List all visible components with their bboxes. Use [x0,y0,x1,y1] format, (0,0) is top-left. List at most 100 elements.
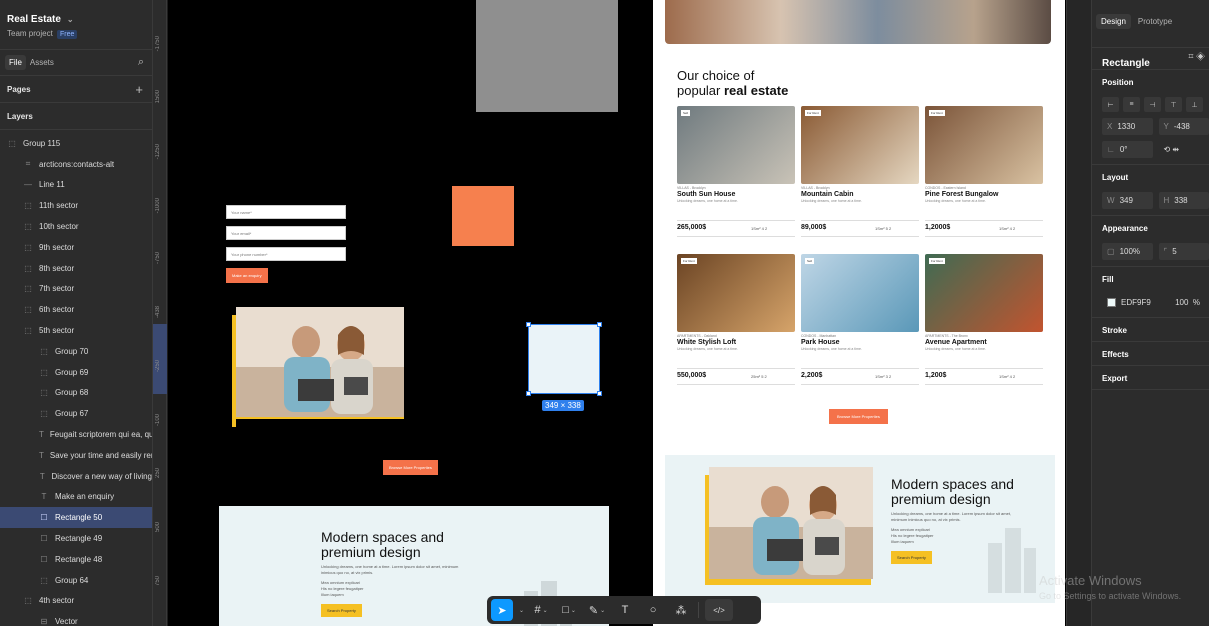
flip-controls[interactable]: ⟲ ⇹ [1159,141,1209,158]
align-left-icon[interactable]: ⊢ [1102,97,1119,112]
width-field[interactable]: W 349 [1102,192,1153,209]
layer-row[interactable]: ☐ Rectangle 49 [0,528,152,549]
modern-body-2: Unlocking dreams, one home at a time. Lo… [891,511,1012,522]
tab-file[interactable]: File [5,55,26,70]
layer-row[interactable]: ⬚ Group 70 [0,341,152,362]
search-icon[interactable]: ⌕ [138,56,144,69]
height-field[interactable]: H 338 [1158,192,1209,209]
ruler-selection-highlight [153,324,167,394]
align-top-icon[interactable]: ⊤ [1165,97,1182,112]
layer-row[interactable]: ⬚ 9th sector [0,237,152,258]
selected-rectangle-50[interactable] [526,322,602,396]
layer-row[interactable]: ⬚ 5th sector [0,320,152,341]
text-tool-icon[interactable]: T [614,599,636,621]
layer-row[interactable]: ⬚ Group 67 [0,403,152,424]
layer-row[interactable]: ⊟ Vector [0,611,152,626]
property-card[interactable]: For Rent APARTMENTS - The Bronx Avenue Apa… [925,254,1043,351]
resize-handle-ne[interactable] [597,322,602,327]
layer-row[interactable]: ⬚ Group 64 [0,570,152,591]
export-section[interactable]: Export [1092,366,1209,390]
property-card[interactable]: For Rent APARTMENTS - Oakland White Stylis… [677,254,795,351]
property-card[interactable]: Sell VILLAS - Brooklyn South Sun House Unlo… [677,106,795,203]
dev-mode-icon[interactable]: </> [705,599,734,621]
stroke-section[interactable]: Stroke [1092,318,1209,342]
flip-icon[interactable]: ⟲ ⇹ [1164,145,1180,154]
modern-bullet: Illum iaquem [321,592,344,597]
property-name: Avenue Apartment [925,339,987,346]
layer-row[interactable]: ⬚ 4th sector [0,591,152,612]
component-icon[interactable]: ⌗ ◈ [1188,51,1205,62]
fill-opacity-field[interactable]: 100 % [1170,294,1209,311]
opacity-field[interactable]: ▢ 100% [1102,243,1153,260]
fill-swatch[interactable] [1107,298,1116,307]
frame-icon: ⬚ [24,242,32,252]
layer-row[interactable]: ☐ Rectangle 48 [0,549,152,570]
layer-row[interactable]: — Line 11 [0,175,152,196]
fill-color-field[interactable]: EDF9F9 [1102,294,1164,311]
layer-row[interactable]: ☐ Rectangle 50 [0,507,152,529]
chevron-down-icon[interactable]: ⌄ [519,607,524,614]
y-field[interactable]: Y -438 [1158,118,1209,135]
resize-handle-se[interactable] [597,391,602,396]
browse-properties-button[interactable]: Browse More Properties [383,460,438,475]
corner-radius-field[interactable]: ⌜ 5 [1158,243,1209,260]
couple-photo-group[interactable] [232,307,404,427]
layer-row[interactable]: T Feugait scriptorem qui ea, qu [0,424,152,445]
actions-tool-icon[interactable]: ⁂ [670,599,692,621]
layer-row[interactable]: ⬚ 10th sector [0,216,152,237]
email-field[interactable]: Your email* [226,226,346,240]
gray-placeholder-block[interactable] [476,0,618,112]
property-tag: Sell [805,258,815,264]
comment-tool-icon[interactable]: ○ [642,599,664,621]
tab-design[interactable]: Design [1096,14,1131,29]
property-card[interactable]: For Rent CONDOS - Eastern Island Pine Fore… [925,106,1043,203]
layer-row[interactable]: T Discover a new way of living [0,466,152,487]
property-card[interactable]: For Rent VILLAS - Brooklyn Mountain Cabin U… [801,106,919,203]
layer-row[interactable]: ⌗ arcticons:contacts-alt [0,154,152,175]
phone-field[interactable]: Your phone number* [226,247,346,261]
layer-row[interactable]: ⬚ 7th sector [0,279,152,300]
resize-handle-nw[interactable] [526,322,531,327]
layer-row[interactable]: ⬚ Group 69 [0,362,152,383]
layer-row[interactable]: T Make an enquiry [0,487,152,508]
tab-assets[interactable]: Assets [26,55,58,70]
search-property-button[interactable]: Search Property [321,604,362,617]
property-card[interactable]: Sell CONDOS - Manhattan Park House Unlockin… [801,254,919,351]
frame-icon: ⬚ [8,138,16,148]
frame-icon: ⬚ [40,388,48,398]
make-enquiry-button[interactable]: Make an enquiry [226,268,268,283]
website-page-frame[interactable]: Our choice of popular real estate Sell VI… [653,0,1065,626]
browse-more-button[interactable]: Browse More Properties [829,409,888,424]
layer-row[interactable]: ⬚ Group 68 [0,383,152,404]
tab-prototype[interactable]: Prototype [1133,14,1177,29]
rectangle-tool-icon[interactable]: □ ⌄ [558,599,580,621]
align-middle-icon[interactable]: ⊥ [1186,97,1203,112]
effects-section[interactable]: Effects [1092,342,1209,366]
layer-label: Save your time and easily rer [49,450,152,460]
canvas[interactable]: Your name* Your email* Your phone number… [168,0,1066,626]
x-field[interactable]: X 1330 [1102,118,1153,135]
project-title[interactable]: Real Estate ⌄ [7,14,152,25]
layer-row[interactable]: ⬚ 8th sector [0,258,152,279]
pen-tool-icon[interactable]: ✎ ⌄ [586,599,608,621]
orange-rectangle[interactable] [452,186,514,246]
align-center-icon[interactable]: ≡ [1123,97,1140,112]
pages-section[interactable]: Pages + [0,76,152,103]
layer-row[interactable]: T Save your time and easily rer [0,445,152,466]
fill-row: EDF9F9 100 % [1102,294,1209,311]
chevron-down-icon[interactable]: ⌄ [67,15,74,24]
frame-tool-icon[interactable]: # ⌄ [530,599,552,621]
layer-row[interactable]: ⬚ Group 115 [0,133,152,154]
rotation-field[interactable]: ∟ 0° [1102,141,1153,158]
name-field[interactable]: Your name* [226,205,346,219]
appearance-title: Appearance [1102,224,1148,233]
move-tool-icon[interactable]: ➤ [491,599,513,621]
add-page-icon[interactable]: + [135,82,143,97]
layer-row[interactable]: ⬚ 6th sector [0,299,152,320]
layer-row[interactable]: ⬚ 11th sector [0,195,152,216]
search-property-button-2[interactable]: Search Property [891,551,932,564]
resize-handle-sw[interactable] [526,391,531,396]
project-header[interactable]: Real Estate ⌄ Team project Free [0,0,152,50]
property-desc: Unlocking dreams, one home at a time. [925,199,986,203]
align-right-icon[interactable]: ⊣ [1144,97,1161,112]
